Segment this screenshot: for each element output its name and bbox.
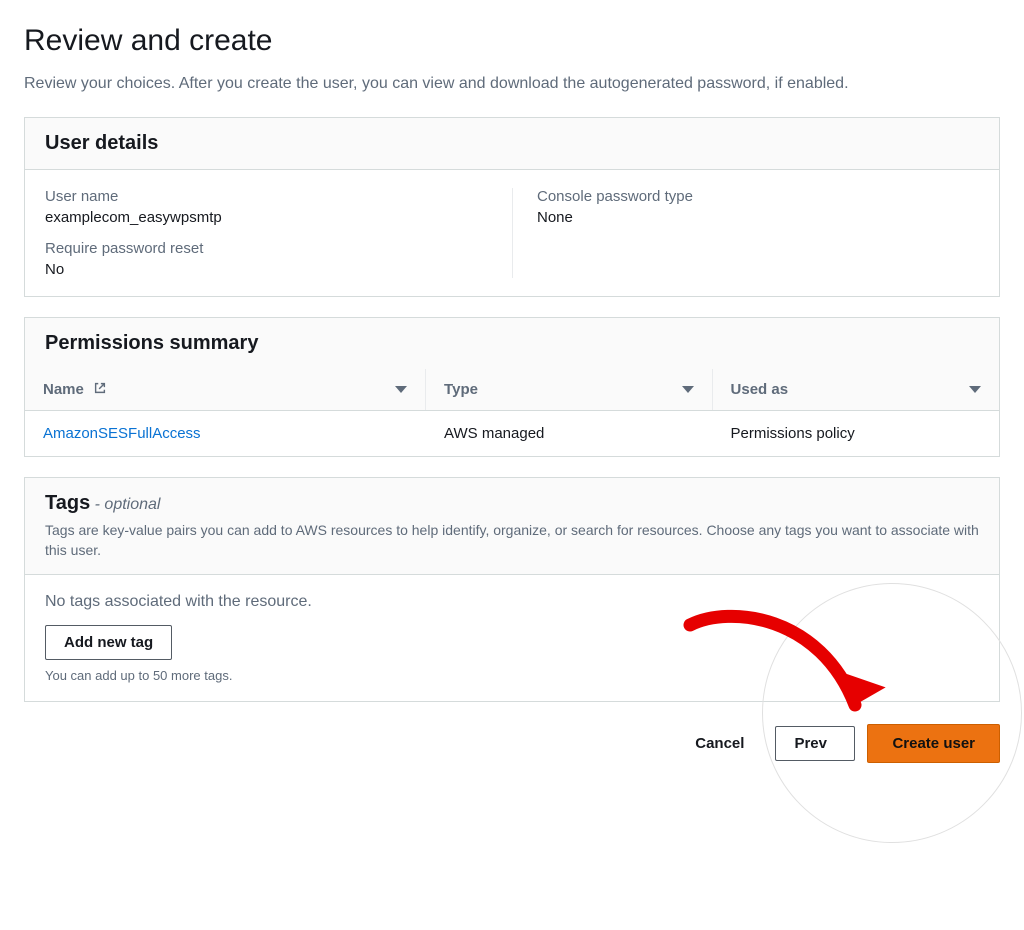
permissions-panel: Permissions summary Name Type [24, 317, 1000, 457]
require-pw-reset-value: No [45, 261, 496, 278]
cancel-button[interactable]: Cancel [676, 726, 763, 761]
highlight-circle [762, 583, 1022, 843]
add-new-tag-button[interactable]: Add new tag [45, 625, 172, 660]
permissions-table-header: Name Type Used as [25, 369, 999, 411]
column-used-as-label: Used as [731, 381, 789, 398]
permissions-heading: Permissions summary [45, 332, 979, 355]
permissions-header: Permissions summary [25, 318, 999, 369]
tags-heading: Tags - optional [45, 492, 979, 515]
user-details-heading: User details [45, 132, 979, 155]
column-used-as[interactable]: Used as [713, 369, 999, 410]
column-name[interactable]: Name [25, 369, 426, 410]
policy-link[interactable]: AmazonSESFullAccess [43, 425, 201, 442]
console-pw-value: None [537, 209, 979, 226]
page-title: Review and create [24, 24, 1000, 58]
username-value: examplecom_easywpsmtp [45, 209, 496, 226]
tags-header: Tags - optional Tags are key-value pairs… [25, 478, 999, 575]
require-pw-reset-label: Require password reset [45, 240, 496, 257]
policy-type: AWS managed [426, 411, 712, 456]
sort-icon[interactable] [395, 386, 407, 393]
policy-used-as: Permissions policy [713, 411, 999, 456]
sort-icon[interactable] [682, 386, 694, 393]
tags-heading-text: Tags [45, 492, 90, 514]
user-details-panel: User details User name examplecom_easywp… [24, 117, 1000, 297]
column-type-label: Type [444, 381, 478, 398]
table-row: AmazonSESFullAccess AWS managed Permissi… [25, 411, 999, 456]
username-label: User name [45, 188, 496, 205]
tags-description: Tags are key-value pairs you can add to … [45, 521, 979, 560]
sort-icon[interactable] [969, 386, 981, 393]
external-link-icon [90, 381, 107, 398]
footer-actions: Cancel Prev Create user [24, 724, 1000, 763]
column-name-label: Name [43, 381, 84, 398]
user-details-header: User details [25, 118, 999, 170]
column-type[interactable]: Type [426, 369, 712, 410]
tags-optional: - optional [90, 496, 160, 513]
console-pw-label: Console password type [537, 188, 979, 205]
page-subtitle: Review your choices. After you create th… [24, 72, 1000, 95]
